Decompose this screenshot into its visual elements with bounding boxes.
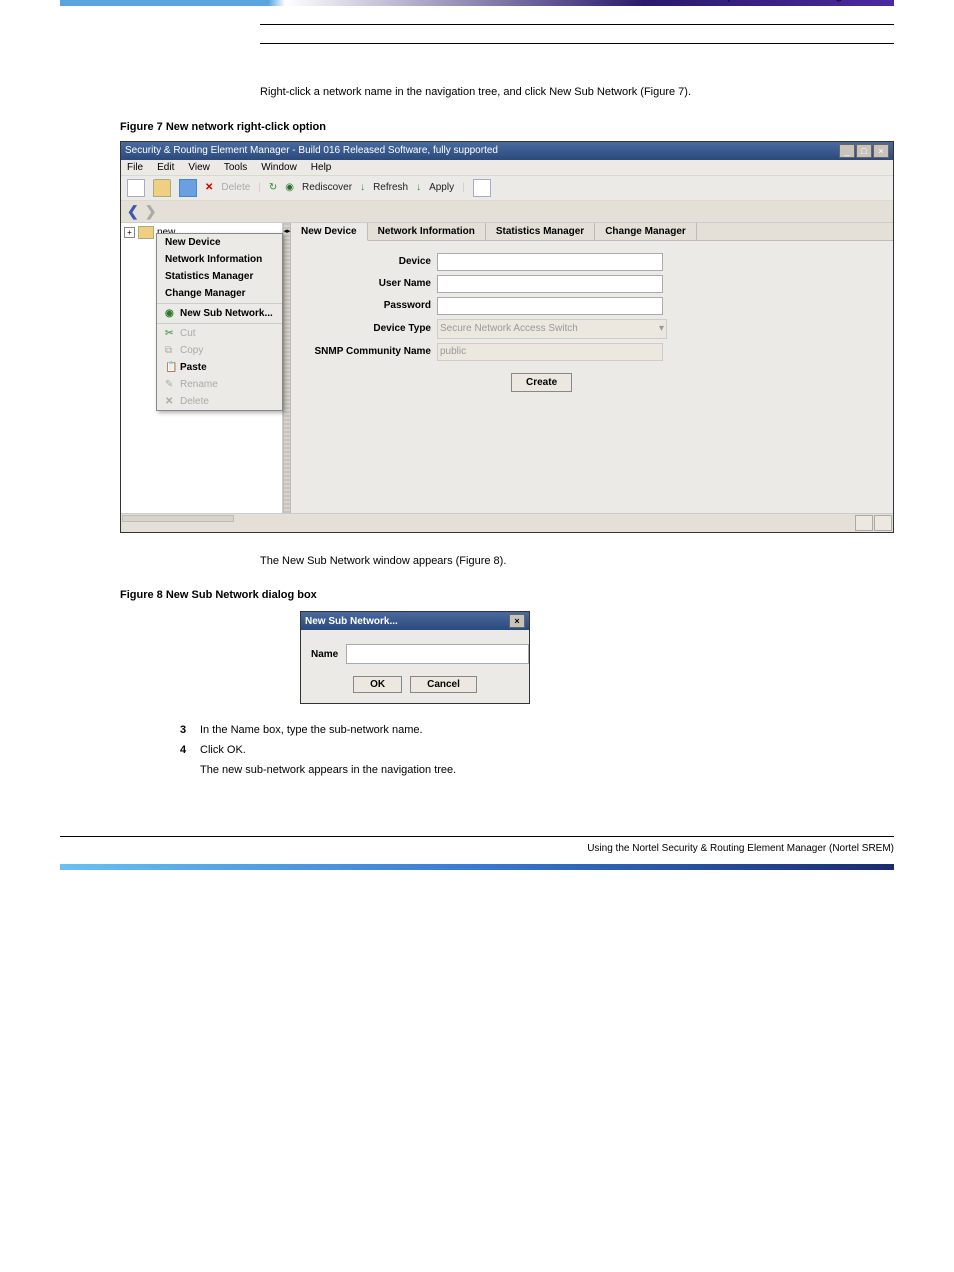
- refresh-button[interactable]: Refresh: [373, 182, 408, 193]
- tab-change-manager[interactable]: Change Manager: [595, 223, 697, 240]
- apply-button[interactable]: Apply: [429, 182, 454, 193]
- forward-icon: ❯: [145, 203, 157, 220]
- cm-change-manager[interactable]: Change Manager: [157, 285, 282, 302]
- chevron-down-icon: ▾: [659, 323, 664, 334]
- new-icon[interactable]: [127, 179, 145, 197]
- name-label: Name: [311, 649, 338, 660]
- menu-help[interactable]: Help: [311, 162, 332, 173]
- globe-icon[interactable]: ◉: [285, 182, 294, 193]
- apply-icon[interactable]: ↓: [416, 182, 421, 193]
- step-number: 3: [180, 724, 200, 736]
- context-menu: New Device Network Information Statistic…: [156, 233, 283, 411]
- menu-tools[interactable]: Tools: [224, 162, 247, 173]
- menu-bar: File Edit View Tools Window Help: [121, 160, 893, 175]
- status-icon-2[interactable]: [874, 515, 892, 531]
- nav-bar: ❮ ❯: [121, 201, 893, 223]
- password-input[interactable]: [437, 297, 663, 315]
- user-input[interactable]: [437, 275, 663, 293]
- cm-cut: ✂Cut: [157, 325, 282, 342]
- tab-strip: New Device Network Information Statistic…: [291, 223, 893, 241]
- ok-button[interactable]: OK: [353, 676, 402, 693]
- snmp-label: SNMP Community Name: [311, 346, 431, 357]
- device-type-select: Secure Network Access Switch▾: [437, 319, 667, 339]
- result-text: The new sub-network appears in the navig…: [200, 764, 894, 776]
- status-icon-1[interactable]: [855, 515, 873, 531]
- menu-file[interactable]: File: [127, 162, 143, 173]
- user-label: User Name: [311, 278, 431, 289]
- tab-new-device[interactable]: New Device: [291, 223, 368, 241]
- separator-icon: |: [462, 182, 465, 193]
- tree-pane: + new New Device Network Information Sta…: [121, 223, 283, 513]
- back-icon[interactable]: ❮: [127, 203, 139, 220]
- password-label: Password: [311, 300, 431, 311]
- cm-stats-manager[interactable]: Statistics Manager: [157, 268, 282, 285]
- new-sub-network-dialog: New Sub Network... × Name OK Cancel: [300, 611, 530, 704]
- toolbar: ✕ Delete | ↻ ◉ Rediscover ↓ Refresh ↓ Ap…: [121, 175, 893, 201]
- dialog-title: New Sub Network...: [305, 616, 398, 627]
- app-window: Security & Routing Element Manager - Bui…: [120, 141, 894, 533]
- cm-rename: ✎Rename: [157, 376, 282, 393]
- status-bar: [121, 513, 893, 532]
- page-number: 23: [882, 0, 894, 2]
- maximize-button[interactable]: □: [856, 144, 872, 158]
- device-input[interactable]: [437, 253, 663, 271]
- body-paragraph-2: The New Sub Network window appears (Figu…: [260, 553, 894, 570]
- window-icon[interactable]: [473, 179, 491, 197]
- step-text: In the Name box, type the sub-network na…: [200, 724, 423, 736]
- title-bar[interactable]: Security & Routing Element Manager - Bui…: [121, 142, 893, 160]
- close-button[interactable]: ×: [873, 144, 889, 158]
- chapter-title: Element Management: [765, 0, 873, 2]
- refresh-icon[interactable]: ↓: [360, 182, 365, 193]
- delete-icon: ✕: [205, 182, 213, 193]
- cm-copy: ⧉Copy: [157, 342, 282, 359]
- footer-right: Using the Nortel Security & Routing Elem…: [587, 843, 894, 854]
- create-button[interactable]: Create: [511, 373, 572, 392]
- chapter-label: Chapter 2: [707, 0, 755, 2]
- menu-edit[interactable]: Edit: [157, 162, 174, 173]
- snmp-input: [437, 343, 663, 361]
- step-text: Click OK.: [200, 744, 246, 756]
- cm-paste[interactable]: 📋Paste: [157, 359, 282, 376]
- copy-icon: ⧉: [165, 345, 177, 356]
- save-icon[interactable]: [179, 179, 197, 197]
- open-icon[interactable]: [153, 179, 171, 197]
- rediscover-icon[interactable]: ↻: [269, 182, 277, 193]
- figure-caption: Figure 7 New network right-click option: [120, 121, 894, 133]
- cm-delete: ✕Delete: [157, 393, 282, 410]
- dialog-close-button[interactable]: ×: [509, 614, 525, 628]
- dialog-title-bar[interactable]: New Sub Network... ×: [301, 612, 529, 630]
- rename-icon: ✎: [165, 379, 177, 390]
- minimize-button[interactable]: _: [839, 144, 855, 158]
- step-number: 4: [180, 744, 200, 756]
- body-paragraph: Right-click a network name in the naviga…: [260, 84, 894, 101]
- paste-icon: 📋: [165, 362, 177, 373]
- status-progress: [122, 515, 234, 522]
- tab-network-info[interactable]: Network Information: [368, 223, 486, 240]
- tab-stats-manager[interactable]: Statistics Manager: [486, 223, 595, 240]
- globe-icon: ◉: [165, 308, 177, 319]
- cm-network-info[interactable]: Network Information: [157, 251, 282, 268]
- content-pane: New Device Network Information Statistic…: [291, 223, 893, 513]
- name-input[interactable]: [346, 644, 529, 664]
- cancel-button[interactable]: Cancel: [410, 676, 477, 693]
- folder-icon: [138, 226, 154, 239]
- menu-window[interactable]: Window: [261, 162, 297, 173]
- rediscover-button[interactable]: Rediscover: [302, 182, 352, 193]
- cm-new-sub-network[interactable]: ◉New Sub Network...: [157, 305, 282, 322]
- cut-icon: ✂: [165, 328, 177, 339]
- cm-new-device[interactable]: New Device: [157, 234, 282, 251]
- delete-button: Delete: [221, 182, 250, 193]
- window-title: Security & Routing Element Manager - Bui…: [125, 145, 498, 156]
- menu-view[interactable]: View: [188, 162, 210, 173]
- figure-caption-2: Figure 8 New Sub Network dialog box: [120, 589, 894, 601]
- device-type-label: Device Type: [311, 323, 431, 334]
- tree-expand-icon[interactable]: +: [124, 227, 135, 238]
- separator-icon: |: [258, 182, 261, 193]
- delete-icon: ✕: [165, 396, 177, 407]
- device-label: Device: [311, 256, 431, 267]
- splitter[interactable]: ◂▸: [283, 223, 291, 513]
